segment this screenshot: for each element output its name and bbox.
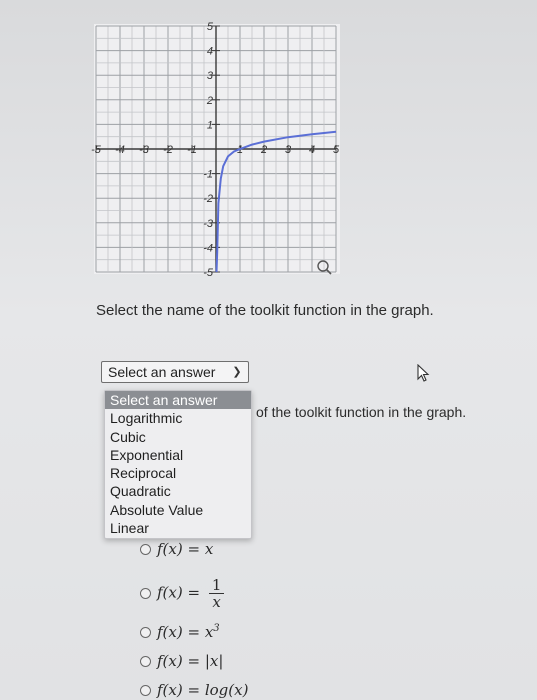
y-tick-label: -4 xyxy=(203,242,213,254)
formula-rhs: |x| xyxy=(204,652,224,670)
answer-choice[interactable]: f(x) = x3 xyxy=(140,623,220,641)
formula-lhs: f(x) = xyxy=(157,681,205,699)
x-tick-label: -3 xyxy=(139,144,150,156)
choice-formula: f(x) = x xyxy=(157,540,213,558)
choice-formula: f(x) = 1x xyxy=(157,577,225,611)
answer-choice[interactable]: f(x) = 1x xyxy=(140,577,225,611)
y-tick-label: 2 xyxy=(206,95,213,107)
radio-button[interactable] xyxy=(140,684,151,696)
y-tick-label: 5 xyxy=(207,21,214,33)
x-tick-label: 5 xyxy=(333,144,340,156)
x-tick-label: -5 xyxy=(91,144,102,156)
radio-button[interactable] xyxy=(140,655,151,667)
y-tick-label: -2 xyxy=(203,193,213,205)
radio-button[interactable] xyxy=(140,588,151,599)
x-tick-label: 3 xyxy=(285,144,292,156)
dropdown-option-linear[interactable]: Linear xyxy=(105,519,251,537)
x-tick-label: 2 xyxy=(260,144,267,156)
x-tick-label: -2 xyxy=(163,144,173,156)
choice-formula: f(x) = |x| xyxy=(157,652,223,670)
formula-rhs: log(x) xyxy=(204,681,249,699)
answer-choice[interactable]: f(x) = log(x) xyxy=(140,681,248,699)
radio-button[interactable] xyxy=(140,626,151,638)
fraction-denominator: x xyxy=(212,593,221,611)
dropdown-option-select-an-answer[interactable]: Select an answer xyxy=(105,391,251,410)
y-tick-label: 4 xyxy=(207,46,213,58)
graph-canvas: -5 -4 -3 -2 -1 1 2 3 4 5 54321-1-2-3-4-5 xyxy=(91,21,340,279)
x-tick-label: 4 xyxy=(309,144,315,156)
fraction: 1x xyxy=(208,577,225,611)
dropdown-option-cubic[interactable]: Cubic xyxy=(105,428,251,446)
formula-lhs: f(x) = xyxy=(157,623,205,641)
x-tick-label: -4 xyxy=(115,144,125,156)
dropdown-option-reciprocal[interactable]: Reciprocal xyxy=(105,464,251,482)
dropdown-option-logarithmic[interactable]: Logarithmic xyxy=(105,409,251,427)
formula-lhs: f(x) = xyxy=(157,652,205,670)
dropdown-option-quadratic[interactable]: Quadratic xyxy=(105,482,251,500)
fraction-numerator: 1 xyxy=(208,577,225,594)
select-current-value: Select an answer xyxy=(108,364,216,380)
y-tick-label: -3 xyxy=(203,218,214,230)
answer-select[interactable]: Select an answer ❯ xyxy=(101,361,249,383)
chevron-down-icon: ❯ xyxy=(232,366,242,378)
y-tick-label: -1 xyxy=(203,169,213,181)
formula-lhs: f(x) = xyxy=(157,583,205,602)
y-tick-label: -5 xyxy=(203,267,214,279)
question-sentence-tail: of the toolkit function in the graph. xyxy=(256,404,467,420)
dropdown-option-exponential[interactable]: Exponential xyxy=(105,446,251,464)
choice-formula: f(x) = log(x) xyxy=(157,681,248,699)
dropdown-option-absolute-value[interactable]: Absolute Value xyxy=(105,501,251,519)
choice-formula: f(x) = x3 xyxy=(157,623,220,641)
formula-lhs: f(x) = xyxy=(157,540,205,558)
radio-button[interactable] xyxy=(140,543,151,555)
mouse-pointer-icon xyxy=(417,364,430,382)
y-tick-label: 1 xyxy=(207,119,213,131)
formula-rhs: x xyxy=(204,540,214,558)
answer-dropdown-list: Select an answer Logarithmic Cubic Exponent… xyxy=(104,390,252,539)
question-prompt: Select the name of the toolkit function … xyxy=(96,302,434,319)
answer-choice[interactable]: f(x) = |x| xyxy=(140,652,223,670)
y-tick-label: 3 xyxy=(207,70,214,82)
exponent: 3 xyxy=(213,623,220,634)
answer-choice[interactable]: f(x) = x xyxy=(140,540,213,558)
x-tick-label: -1 xyxy=(187,144,197,156)
